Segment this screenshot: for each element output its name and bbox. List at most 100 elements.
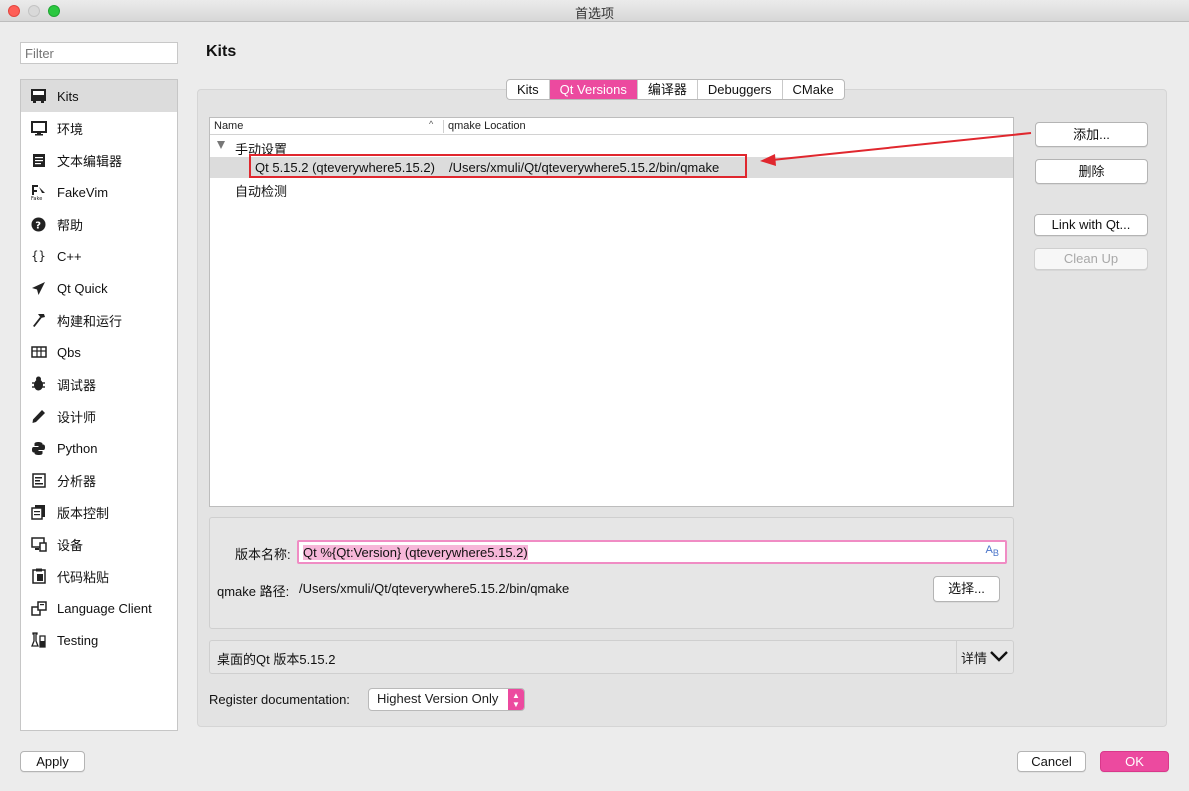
qt-version-name: Qt 5.15.2 (qteverywhere5.15.2) bbox=[255, 160, 435, 175]
text-editor-icon bbox=[30, 152, 47, 169]
sidebar-item-text-editor[interactable]: 文本编辑器 bbox=[21, 144, 177, 176]
clipboard-icon bbox=[30, 568, 47, 585]
bug-icon bbox=[30, 376, 47, 393]
sidebar-item-label: Kits bbox=[57, 88, 79, 104]
sidebar-item-label: 帮助 bbox=[57, 217, 84, 233]
sidebar-item-cpp[interactable]: {} C++ bbox=[21, 240, 177, 272]
qt-versions-tree[interactable]: Name ^ qmake Location 手动设置 Qt 5.15.2 (qt… bbox=[209, 117, 1014, 507]
summary-text: 桌面的Qt 版本5.15.2 bbox=[217, 652, 336, 667]
sidebar-item-label: 版本控制 bbox=[57, 505, 110, 521]
version-name-value: Qt %{Qt:Version} (qteverywhere5.15.2) bbox=[303, 545, 528, 560]
column-separator bbox=[443, 120, 444, 133]
sidebar-item-analyzer[interactable]: 分析器 bbox=[21, 464, 177, 496]
add-button[interactable]: 添加... bbox=[1035, 122, 1148, 147]
tree-row-qt-version[interactable]: Qt 5.15.2 (qteverywhere5.15.2) /Users/xm… bbox=[210, 157, 1013, 178]
tab-bar: Kits Qt Versions 编译器 Debuggers CMake bbox=[506, 79, 845, 100]
sidebar-item-label: 环境 bbox=[57, 121, 84, 137]
version-name-label: 版本名称: bbox=[235, 547, 291, 562]
sidebar-item-python[interactable]: Python bbox=[21, 432, 177, 464]
details-toggle-label: 详情 bbox=[960, 650, 987, 666]
sidebar-item-language-client[interactable]: Language Client bbox=[21, 592, 177, 624]
sidebar-item-version-control[interactable]: 版本控制 bbox=[21, 496, 177, 528]
title-bar: 首选项 bbox=[0, 0, 1189, 22]
sidebar-item-designer[interactable]: 设计师 bbox=[21, 400, 177, 432]
sidebar-item-label: Qt Quick bbox=[57, 280, 108, 296]
tree-header: Name ^ qmake Location bbox=[210, 118, 1013, 135]
sidebar: Kits 环境 文本编辑器 Fake FakeVim ? 帮助 {} C++ Q… bbox=[20, 79, 178, 731]
analyzer-icon bbox=[30, 472, 47, 489]
version-details-box bbox=[209, 517, 1014, 629]
paper-plane-icon bbox=[30, 280, 47, 297]
ok-button[interactable]: OK bbox=[1100, 751, 1169, 772]
tab-kits[interactable]: Kits bbox=[507, 80, 550, 99]
sidebar-item-label: 设备 bbox=[57, 537, 84, 553]
sidebar-item-label: Qbs bbox=[57, 344, 81, 360]
version-name-field[interactable]: Qt %{Qt:Version} (qteverywhere5.15.2) AB bbox=[297, 540, 1007, 564]
version-control-icon bbox=[30, 504, 47, 521]
tree-group-manual[interactable]: 手动设置 bbox=[210, 136, 1013, 157]
cancel-button[interactable]: Cancel bbox=[1017, 751, 1086, 772]
browse-button[interactable]: 选择... bbox=[933, 576, 1000, 602]
sidebar-item-qt-quick[interactable]: Qt Quick bbox=[21, 272, 177, 304]
group-label: 自动检测 bbox=[235, 184, 288, 199]
pencil-icon bbox=[30, 408, 47, 425]
qt-version-location: /Users/xmuli/Qt/qteverywhere5.15.2/bin/q… bbox=[449, 160, 720, 175]
tab-debuggers[interactable]: Debuggers bbox=[698, 80, 783, 99]
braces-icon: {} bbox=[31, 249, 46, 263]
link-with-qt-button[interactable]: Link with Qt... bbox=[1034, 214, 1148, 236]
tab-compilers[interactable]: 编译器 bbox=[638, 80, 698, 99]
sidebar-item-label: Language Client bbox=[57, 600, 152, 616]
hammer-icon bbox=[30, 312, 47, 329]
sidebar-item-fakevim[interactable]: Fake FakeVim bbox=[21, 176, 177, 208]
page-title: Kits bbox=[206, 43, 237, 60]
sidebar-item-build-run[interactable]: 构建和运行 bbox=[21, 304, 177, 336]
clean-up-button[interactable]: Clean Up bbox=[1034, 248, 1148, 270]
python-icon bbox=[30, 440, 47, 457]
monitor-icon bbox=[30, 120, 47, 137]
details-toggle-button[interactable]: 详情 bbox=[956, 641, 1013, 673]
register-doc-select[interactable]: Highest Version Only ▲ ▼ bbox=[368, 688, 525, 711]
tab-qt-versions[interactable]: Qt Versions bbox=[549, 80, 638, 99]
sidebar-item-label: 代码粘贴 bbox=[57, 569, 110, 585]
sidebar-item-label: 分析器 bbox=[57, 473, 97, 489]
tab-cmake[interactable]: CMake bbox=[783, 80, 844, 99]
sidebar-item-debugger[interactable]: 调试器 bbox=[21, 368, 177, 400]
help-icon: ? bbox=[30, 216, 47, 233]
variable-chooser-icon[interactable]: AB bbox=[986, 544, 999, 558]
fakevim-icon: Fake bbox=[30, 184, 47, 201]
expand-triangle-icon[interactable] bbox=[217, 141, 225, 149]
qmake-path-label: qmake 路径: bbox=[217, 584, 290, 599]
register-doc-label: Register documentation: bbox=[209, 692, 350, 707]
sidebar-item-testing[interactable]: Testing bbox=[21, 624, 177, 656]
flask-icon bbox=[30, 632, 47, 649]
sidebar-item-code-pasting[interactable]: 代码粘贴 bbox=[21, 560, 177, 592]
sidebar-item-kits[interactable]: Kits bbox=[21, 80, 177, 112]
sort-ascending-icon: ^ bbox=[429, 119, 434, 129]
tree-group-auto[interactable]: 自动检测 bbox=[210, 178, 1013, 199]
sidebar-item-label: 构建和运行 bbox=[57, 313, 123, 329]
sidebar-item-qbs[interactable]: Qbs bbox=[21, 336, 177, 368]
qbs-icon bbox=[30, 344, 47, 361]
sidebar-item-help[interactable]: ? 帮助 bbox=[21, 208, 177, 240]
sidebar-item-devices[interactable]: 设备 bbox=[21, 528, 177, 560]
select-arrows-icon: ▲ ▼ bbox=[508, 689, 524, 710]
sidebar-item-label: FakeVim bbox=[57, 184, 109, 200]
sidebar-item-label: Python bbox=[57, 440, 98, 456]
remove-button[interactable]: 删除 bbox=[1035, 159, 1148, 184]
sidebar-item-label: C++ bbox=[57, 248, 82, 264]
column-header-location[interactable]: qmake Location bbox=[448, 120, 526, 132]
chevron-down-icon bbox=[989, 650, 1009, 665]
register-doc-value: Highest Version Only bbox=[377, 691, 499, 706]
sidebar-item-label: 文本编辑器 bbox=[57, 153, 123, 169]
group-label: 手动设置 bbox=[235, 142, 288, 157]
sidebar-item-environment[interactable]: 环境 bbox=[21, 112, 177, 144]
sidebar-item-label: Testing bbox=[57, 632, 99, 648]
column-header-name[interactable]: Name bbox=[214, 120, 243, 132]
device-icon bbox=[30, 536, 47, 553]
sidebar-item-label: 设计师 bbox=[57, 409, 97, 425]
kits-icon bbox=[30, 88, 47, 105]
filter-input[interactable] bbox=[20, 42, 178, 64]
preferences-window: 首选项 Kits 环境 文本编辑器 Fake FakeVim bbox=[0, 0, 1189, 791]
qmake-path-value: /Users/xmuli/Qt/qteverywhere5.15.2/bin/q… bbox=[299, 581, 570, 596]
apply-button[interactable]: Apply bbox=[20, 751, 85, 772]
